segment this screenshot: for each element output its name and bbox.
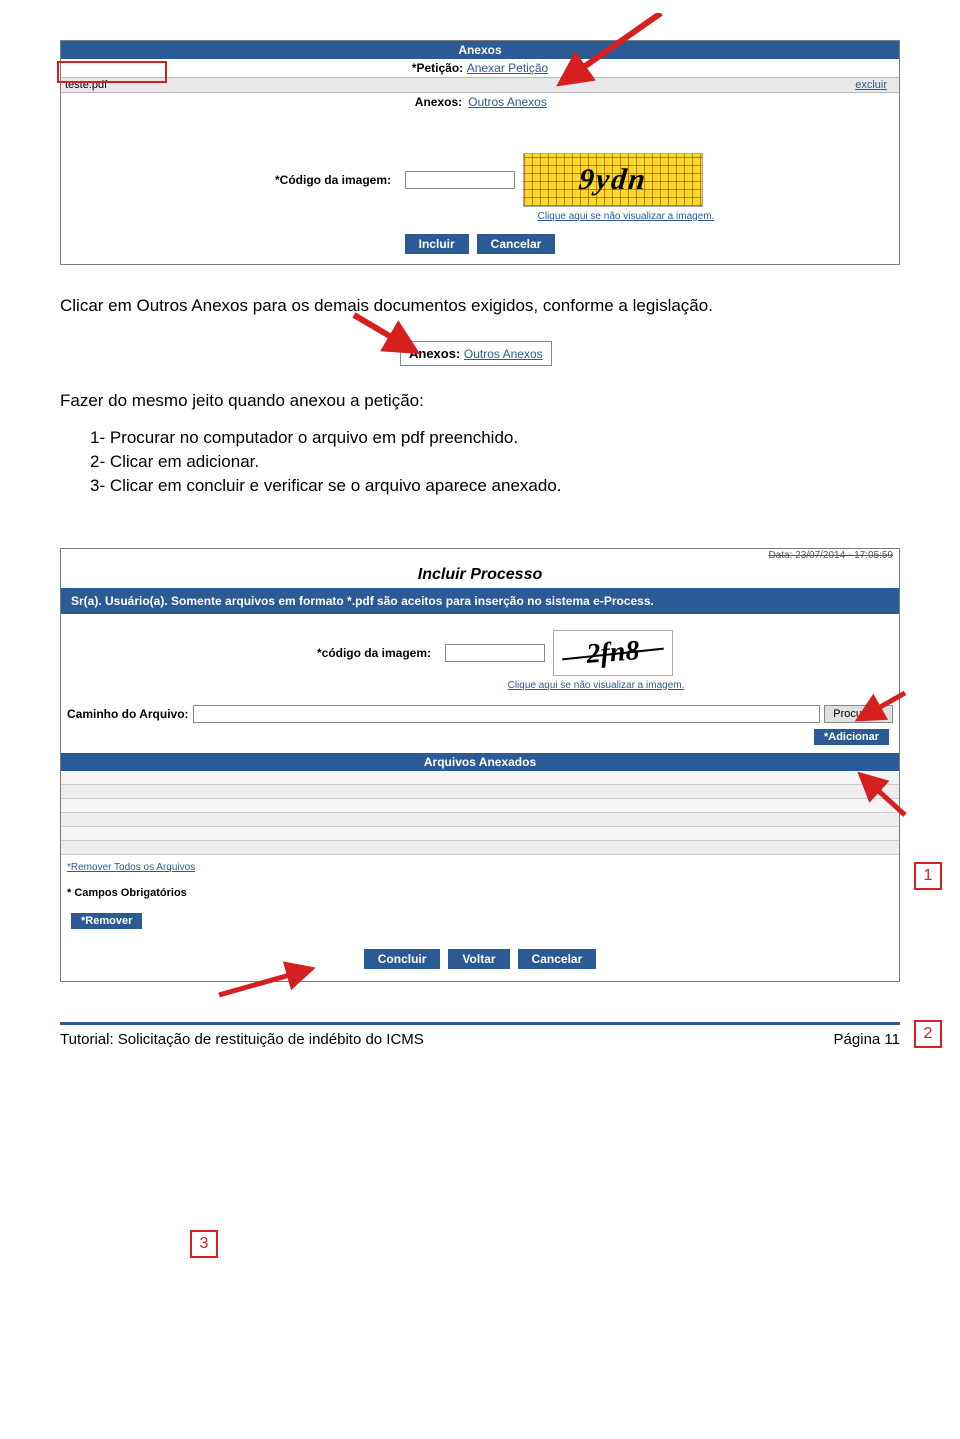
adicionar-row: *Adicionar [61, 725, 899, 753]
red-arrow-to-concluir-icon [211, 959, 331, 999]
codigo-imagem-label: *Código da imagem: [257, 173, 397, 187]
step-3: 3- Clicar em concluir e verificar se o a… [90, 474, 900, 498]
page-footer: Tutorial: Solicitação de restituição de … [60, 1022, 900, 1048]
red-arrow-to-procurar-icon [849, 689, 909, 729]
red-arrow-icon [551, 13, 671, 93]
excluir-link[interactable]: excluir [855, 79, 887, 91]
table-row [61, 813, 899, 827]
captcha2-image: 2fn8 [553, 630, 673, 676]
captcha-image: 9ydn [523, 153, 703, 207]
footer-left: Tutorial: Solicitação de restituição de … [60, 1031, 424, 1048]
captcha2-row: *código da imagem: 2fn8 [61, 628, 899, 678]
pdf-notice: Sr(a). Usuário(a). Somente arquivos em f… [61, 588, 899, 614]
captcha-row: *Código da imagem: 9ydn [61, 151, 899, 209]
arquivos-anexados-header: Arquivos Anexados [61, 753, 899, 771]
form-title: Incluir Processo [61, 562, 899, 588]
campos-obrig: * Campos Obrigatórios [61, 877, 899, 905]
table-row [61, 827, 899, 841]
red-arrow-to-adicionar-icon [849, 769, 909, 819]
step-2: 2- Clicar em adicionar. [90, 450, 900, 474]
red-arrow-snippet-icon [350, 311, 430, 361]
captcha2-refresh-link[interactable]: Clique aqui se não visualizar a imagem. [508, 680, 685, 691]
attached-file-row: teste.pdf excluir [61, 77, 899, 93]
incluir-button[interactable]: Incluir [405, 234, 469, 254]
caminho-label: Caminho do Arquivo: [67, 707, 189, 721]
panel2-buttons: Concluir Voltar Cancelar [61, 937, 899, 981]
panel1-buttons: Incluir Cancelar [61, 224, 899, 264]
remover-todos-link[interactable]: *Remover Todos os Arquivos [67, 862, 195, 873]
peticao-row: *Petição: Anexar Petição [61, 59, 899, 77]
table-row [61, 785, 899, 799]
cancelar2-button[interactable]: Cancelar [518, 949, 597, 969]
instruction-text-1: Clicar em Outros Anexos para os demais d… [60, 295, 900, 317]
callout-2: 2 [914, 1020, 942, 1048]
adicionar-button[interactable]: *Adicionar [814, 729, 889, 745]
timestamp: Data: 23/07/2014 - 17:05:59 [61, 549, 899, 562]
snippet-link[interactable]: Outros Anexos [464, 347, 543, 361]
panel-header: Anexos [61, 41, 899, 59]
outros-anexos-link[interactable]: Outros Anexos [468, 95, 547, 109]
remover-button[interactable]: *Remover [71, 913, 142, 929]
concluir-button[interactable]: Concluir [364, 949, 441, 969]
highlight-teste-pdf [57, 61, 167, 83]
voltar-button[interactable]: Voltar [448, 949, 509, 969]
captcha2-text: 2fn8 [585, 635, 640, 671]
table-row [61, 841, 899, 855]
form-panel-anexos: Anexos *Petição: Anexar Petição teste.pd… [60, 40, 900, 265]
caminho-row: Caminho do Arquivo: Procurar... [61, 703, 899, 725]
codigo-imagem2-label: *código da imagem: [287, 646, 437, 660]
anexar-peticao-link[interactable]: Anexar Petição [467, 61, 548, 75]
table-row [61, 799, 899, 813]
peticao-label: *Petição: [412, 61, 467, 75]
captcha2-refresh-row: Clique aqui se não visualizar a imagem. [61, 678, 899, 693]
codigo-imagem-input[interactable] [405, 171, 515, 189]
callout-1: 1 [914, 862, 942, 890]
caminho-input[interactable] [193, 705, 821, 723]
captcha-text: 9ydn [577, 163, 649, 197]
anexos-row: Anexos: Outros Anexos [61, 93, 899, 111]
table-row [61, 771, 899, 785]
step-1: 1- Procurar no computador o arquivo em p… [90, 426, 900, 450]
callout-3: 3 [190, 1230, 218, 1258]
captcha-refresh-row: Clique aqui se não visualizar a imagem. [61, 209, 899, 224]
captcha-refresh-link[interactable]: Clique aqui se não visualizar a imagem. [538, 211, 715, 222]
file-table [61, 771, 899, 855]
footer-right: Página 11 [834, 1031, 900, 1048]
codigo-imagem2-input[interactable] [445, 644, 545, 662]
form-panel-incluir-processo: Data: 23/07/2014 - 17:05:59 Incluir Proc… [60, 548, 900, 982]
instruction-text-2: Fazer do mesmo jeito quando anexou a pet… [60, 390, 900, 412]
cancelar-button[interactable]: Cancelar [477, 234, 556, 254]
anexos-label: Anexos: [413, 95, 468, 109]
file-name: teste.pdf [65, 79, 855, 91]
